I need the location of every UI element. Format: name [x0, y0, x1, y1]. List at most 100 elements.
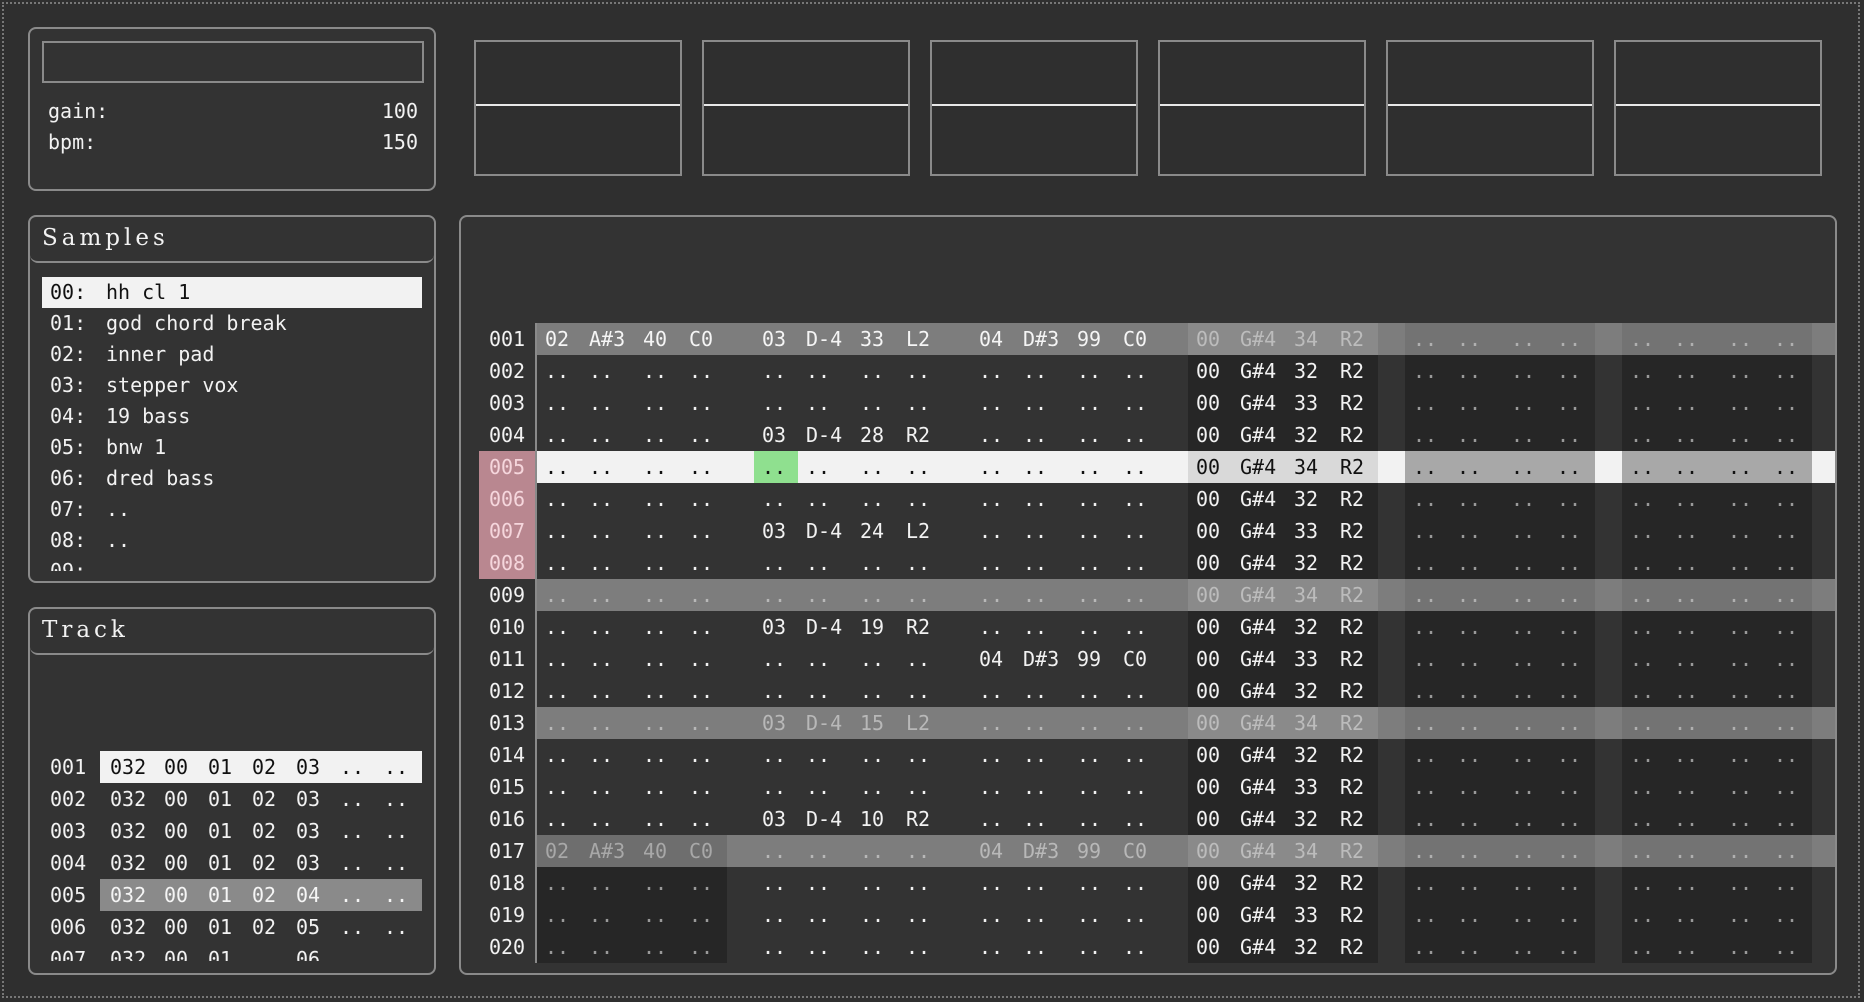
channel-2-cell[interactable]: ........ — [754, 771, 944, 803]
effect-field[interactable]: .. — [1557, 739, 1581, 771]
sample-field[interactable]: .. — [1630, 419, 1654, 451]
volume-field[interactable]: .. — [1077, 675, 1101, 707]
sample-field[interactable]: .. — [545, 387, 569, 419]
channel-3-cell[interactable]: ........ — [971, 899, 1161, 931]
track-cell[interactable]: 03 — [296, 847, 320, 879]
volume-field[interactable]: .. — [1728, 483, 1752, 515]
effect-field[interactable]: R2 — [1340, 899, 1364, 931]
channel-1-cell[interactable]: ........ — [537, 451, 727, 483]
channel-3-cell[interactable]: 04 D#3 99 C0 — [971, 323, 1161, 355]
effect-field[interactable]: R2 — [1340, 579, 1364, 611]
volume-field[interactable]: .. — [1728, 323, 1752, 355]
sample-field[interactable]: 04 — [979, 835, 1003, 867]
sample-field[interactable]: .. — [545, 355, 569, 387]
volume-field[interactable]: .. — [860, 483, 884, 515]
effect-field[interactable]: .. — [1557, 419, 1581, 451]
volume-field[interactable]: .. — [643, 899, 667, 931]
sample-field[interactable]: .. — [979, 899, 1003, 931]
sample-field[interactable]: .. — [545, 707, 569, 739]
volume-field[interactable]: .. — [860, 867, 884, 899]
sample-field[interactable]: .. — [762, 355, 786, 387]
effect-field[interactable]: R2 — [1340, 611, 1364, 643]
volume-field[interactable]: .. — [1728, 611, 1752, 643]
effect-field[interactable]: .. — [1774, 771, 1798, 803]
effect-field[interactable]: .. — [1774, 323, 1798, 355]
note-field[interactable]: .. — [1457, 675, 1481, 707]
sample-item[interactable]: 09: — [42, 556, 422, 571]
channel-4-cell[interactable]: 00 G#4 34 R2 — [1188, 835, 1378, 867]
volume-field[interactable]: .. — [643, 707, 667, 739]
sample-field[interactable]: .. — [545, 611, 569, 643]
volume-field[interactable]: 33 — [1294, 387, 1318, 419]
channel-6-cell[interactable]: ........ — [1622, 707, 1812, 739]
note-field[interactable]: A#3 — [589, 323, 625, 355]
note-field[interactable]: .. — [806, 355, 830, 387]
effect-field[interactable]: .. — [1774, 483, 1798, 515]
channel-4-cell[interactable]: 00 G#4 33 R2 — [1188, 387, 1378, 419]
sample-field[interactable]: .. — [979, 931, 1003, 963]
effect-field[interactable]: .. — [1774, 611, 1798, 643]
note-field[interactable]: G#4 — [1240, 483, 1276, 515]
effect-field[interactable]: .. — [1774, 835, 1798, 867]
effect-field[interactable]: .. — [1557, 675, 1581, 707]
channel-6-cell[interactable]: ........ — [1622, 803, 1812, 835]
pattern-row[interactable]: 006........................ 00 G#4 32 R2....… — [479, 483, 1835, 515]
note-field[interactable]: .. — [806, 451, 830, 483]
effect-field[interactable]: .. — [689, 707, 713, 739]
pattern-row[interactable]: 009........................ 00 G#4 34 R2....… — [479, 579, 1835, 611]
effect-field[interactable]: .. — [689, 355, 713, 387]
sample-field[interactable]: .. — [762, 771, 786, 803]
track-cell[interactable]: .. — [384, 783, 408, 815]
volume-field[interactable]: 33 — [1294, 771, 1318, 803]
note-field[interactable]: .. — [806, 579, 830, 611]
note-field[interactable]: .. — [1023, 483, 1047, 515]
note-field[interactable]: .. — [1457, 739, 1481, 771]
note-field[interactable]: .. — [1674, 323, 1698, 355]
sample-field[interactable]: .. — [1630, 323, 1654, 355]
channel-6-cell[interactable]: ........ — [1622, 515, 1812, 547]
sample-field[interactable]: .. — [1630, 611, 1654, 643]
sample-field[interactable]: .. — [545, 739, 569, 771]
note-field[interactable]: G#4 — [1240, 579, 1276, 611]
volume-field[interactable]: 34 — [1294, 835, 1318, 867]
volume-field[interactable]: .. — [1511, 419, 1535, 451]
sample-field[interactable]: .. — [762, 835, 786, 867]
volume-field[interactable]: 99 — [1077, 643, 1101, 675]
volume-field[interactable]: .. — [643, 483, 667, 515]
sample-field[interactable]: .. — [979, 867, 1003, 899]
track-cell[interactable]: 06 — [296, 943, 320, 961]
effect-field[interactable]: R2 — [1340, 419, 1364, 451]
sample-field[interactable]: .. — [1630, 899, 1654, 931]
track-cell[interactable]: 00 — [164, 815, 188, 847]
note-field[interactable]: G#4 — [1240, 771, 1276, 803]
volume-field[interactable]: .. — [1511, 803, 1535, 835]
effect-field[interactable]: .. — [689, 867, 713, 899]
channel-2-cell[interactable]: ........ — [754, 899, 944, 931]
track-cell[interactable]: 01 — [208, 847, 232, 879]
sample-field[interactable]: .. — [1413, 867, 1437, 899]
channel-6-cell[interactable]: ........ — [1622, 835, 1812, 867]
sample-field[interactable]: .. — [979, 771, 1003, 803]
effect-field[interactable]: .. — [906, 387, 930, 419]
channel-3-cell[interactable]: ........ — [971, 483, 1161, 515]
volume-field[interactable]: 32 — [1294, 419, 1318, 451]
track-cell[interactable]: .. — [340, 911, 364, 943]
track-row[interactable]: 005 032 00 01 02 04.... — [42, 879, 422, 911]
sample-field[interactable]: .. — [762, 387, 786, 419]
sample-item[interactable]: 08:.. — [42, 525, 422, 556]
channel-4-cell[interactable]: 00 G#4 33 R2 — [1188, 771, 1378, 803]
sample-field[interactable]: .. — [545, 483, 569, 515]
track-cell[interactable]: 01 — [208, 943, 232, 961]
channel-5-cell[interactable]: ........ — [1405, 579, 1595, 611]
track-cell[interactable]: 032 — [110, 943, 146, 961]
volume-field[interactable]: 28 — [860, 419, 884, 451]
channel-1-cell[interactable]: ........ — [537, 483, 727, 515]
sample-field[interactable]: .. — [545, 803, 569, 835]
sample-field[interactable]: .. — [979, 675, 1003, 707]
volume-field[interactable]: .. — [1511, 611, 1535, 643]
note-field[interactable]: G#4 — [1240, 387, 1276, 419]
note-field[interactable]: .. — [1674, 835, 1698, 867]
effect-field[interactable]: .. — [906, 899, 930, 931]
effect-field[interactable]: .. — [1557, 547, 1581, 579]
channel-5-cell[interactable]: ........ — [1405, 611, 1595, 643]
